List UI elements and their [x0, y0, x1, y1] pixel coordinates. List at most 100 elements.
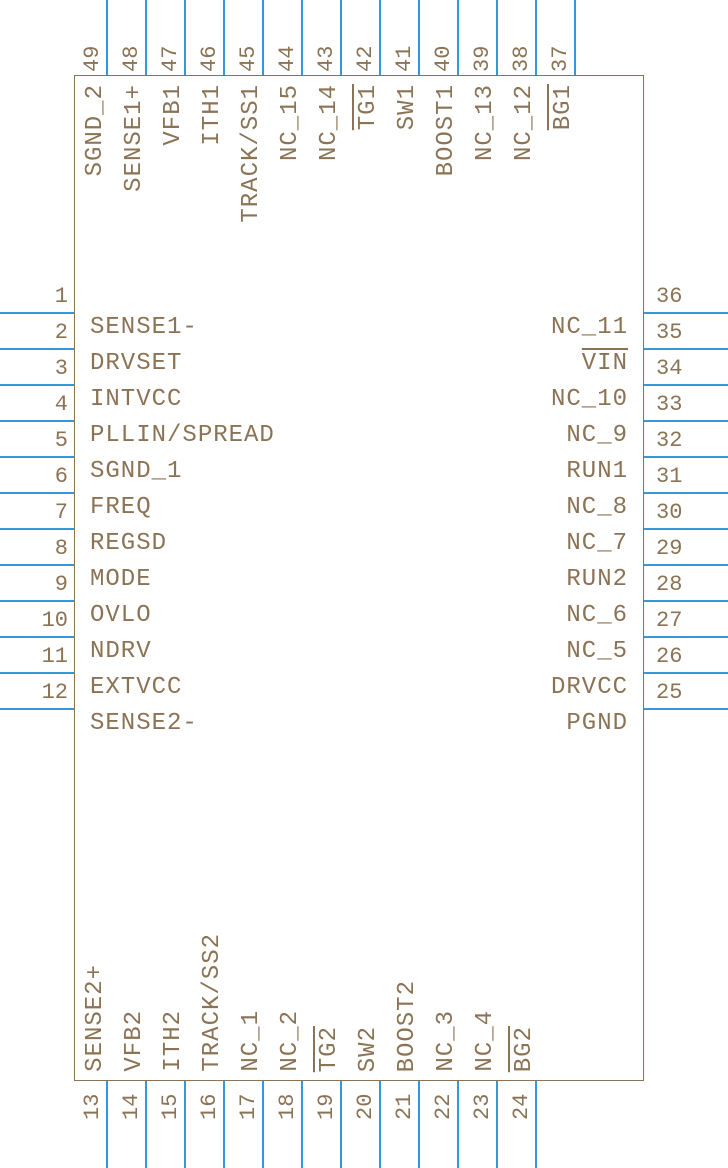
pin-number: 40	[433, 2, 455, 72]
pin-label: TRACK/SS1	[238, 84, 265, 223]
pin-number: 44	[277, 2, 299, 72]
pin-lead	[535, 0, 537, 75]
pin-label: NC_13	[472, 84, 499, 161]
pin-lead	[379, 0, 381, 75]
pin-number: 49	[82, 2, 104, 72]
pin-lead	[184, 0, 186, 75]
pin-number: 10	[8, 610, 68, 632]
pin-lead	[644, 456, 728, 458]
pin-label: NC_9	[566, 424, 628, 448]
pin-lead	[0, 384, 74, 386]
pin-lead	[0, 672, 74, 674]
pin-lead	[644, 636, 728, 638]
pin-lead	[262, 1081, 264, 1168]
pin-label: BG2	[511, 1026, 538, 1072]
pin-lead	[0, 636, 74, 638]
pin-lead	[644, 492, 728, 494]
pin-number: 22	[433, 1094, 455, 1164]
pin-number: 17	[238, 1094, 260, 1164]
pin-label: BOOST1	[433, 84, 460, 176]
pin-label: SENSE2-	[90, 712, 198, 736]
pin-lead	[0, 420, 74, 422]
pin-label: NC_6	[566, 604, 628, 628]
pin-lead	[340, 1081, 342, 1168]
pin-lead	[0, 600, 74, 602]
pin-number: 41	[394, 2, 416, 72]
pin-lead	[535, 1081, 537, 1168]
pin-lead	[496, 0, 498, 75]
pin-label: RUN1	[566, 460, 628, 484]
pin-number: 6	[8, 466, 68, 488]
pin-label: NC_3	[433, 1010, 460, 1072]
pin-label: FREQ	[90, 496, 152, 520]
pin-number: 39	[472, 2, 494, 72]
pin-number: 45	[238, 2, 260, 72]
pin-number: 48	[121, 2, 143, 72]
pin-number: 23	[472, 1094, 494, 1164]
pin-lead	[0, 528, 74, 530]
pin-label: NC_1	[238, 1010, 265, 1072]
pin-lead	[457, 1081, 459, 1168]
pin-lead	[262, 0, 264, 75]
ic-pinout-diagram: 1SENSE1-2DRVSET3INTVCC4PLLIN/SPREAD5SGND…	[0, 0, 728, 1168]
pin-label: ITH1	[199, 84, 226, 146]
pin-label: EXTVCC	[90, 676, 182, 700]
pin-number: 2	[8, 322, 68, 344]
pin-label: NC_10	[551, 388, 628, 412]
pin-label: NC_7	[566, 532, 628, 556]
pin-number: 21	[394, 1094, 416, 1164]
pin-number: 27	[656, 610, 716, 632]
pin-lead	[301, 0, 303, 75]
pin-number: 24	[511, 1094, 533, 1164]
pin-lead	[644, 600, 728, 602]
pin-label: MODE	[90, 568, 152, 592]
pin-lead	[340, 0, 342, 75]
pin-number: 25	[656, 682, 716, 704]
pin-lead	[0, 312, 74, 314]
pin-label: ITH2	[160, 1010, 187, 1072]
pin-number: 33	[656, 394, 716, 416]
pin-number: 11	[8, 646, 68, 668]
pin-lead	[644, 312, 728, 314]
pin-number: 26	[656, 646, 716, 668]
pin-number: 19	[316, 1094, 338, 1164]
pin-number: 3	[8, 358, 68, 380]
pin-label: REGSD	[90, 532, 167, 556]
pin-label: SENSE1+	[121, 84, 148, 192]
pin-number: 28	[656, 574, 716, 596]
pin-label: NC_14	[316, 84, 343, 161]
pin-number: 43	[316, 2, 338, 72]
pin-label: PGND	[566, 712, 628, 736]
pin-lead	[644, 384, 728, 386]
pin-number: 9	[8, 574, 68, 596]
pin-lead	[223, 0, 225, 75]
pin-number: 30	[656, 502, 716, 524]
pin-lead	[496, 1081, 498, 1168]
pin-lead	[145, 0, 147, 75]
pin-label: TRACK/SS2	[199, 933, 226, 1072]
pin-number: 15	[160, 1094, 182, 1164]
pin-lead	[301, 1081, 303, 1168]
pin-lead	[0, 456, 74, 458]
pin-lead	[0, 348, 74, 350]
pin-label: NC_12	[511, 84, 538, 161]
pin-number: 5	[8, 430, 68, 452]
pin-lead	[106, 1081, 108, 1168]
pin-label: SGND_2	[82, 84, 109, 176]
pin-lead	[644, 528, 728, 530]
pin-lead	[574, 0, 576, 75]
pin-lead	[0, 492, 74, 494]
pin-number: 1	[8, 286, 68, 308]
pin-lead	[644, 420, 728, 422]
pin-number: 16	[199, 1094, 221, 1164]
pin-label: NC_11	[551, 316, 628, 340]
pin-lead	[0, 564, 74, 566]
pin-number: 18	[277, 1094, 299, 1164]
pin-number: 12	[8, 682, 68, 704]
pin-number: 7	[8, 502, 68, 524]
pin-label: BOOST2	[394, 980, 421, 1072]
pin-number: 4	[8, 394, 68, 416]
pin-label: RUN2	[566, 568, 628, 592]
pin-number: 42	[355, 2, 377, 72]
pin-label: NC_5	[566, 640, 628, 664]
